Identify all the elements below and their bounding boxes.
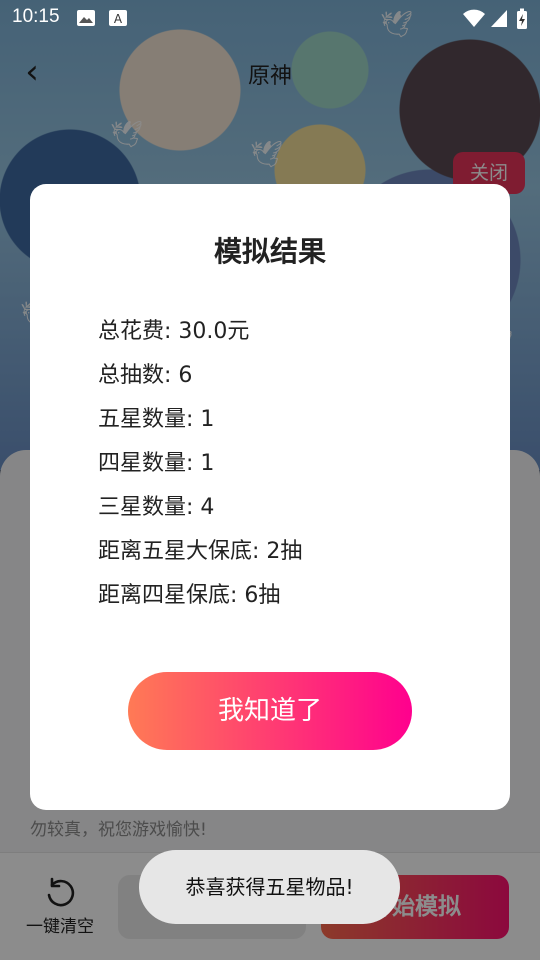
svg-text:A: A <box>114 12 123 26</box>
total-pulls-text: 总抽数: 6 <box>98 363 193 388</box>
battery-charging-icon <box>517 8 527 29</box>
four-star-count-text: 四星数量: 1 <box>98 451 215 476</box>
gallery-notification-icon <box>77 10 95 26</box>
four-star-pity-text: 距离四星保底: 6抽 <box>98 583 281 608</box>
toast-message: 恭喜获得五星物品! <box>139 850 400 924</box>
dialog-title: 模拟结果 <box>213 235 326 268</box>
status-time: 10:15 <box>12 6 60 27</box>
result-list: 总花费: 30.0元 总抽数: 6 五星数量: 1 四星数量: 1 三星数量: … <box>98 316 302 624</box>
result-dialog: 模拟结果 总花费: 30.0元 总抽数: 6 五星数量: 1 四星数量: 1 三… <box>30 184 510 810</box>
five-star-pity-text: 距离五星大保底: 2抽 <box>98 539 303 564</box>
status-bar: 10:15 A <box>0 0 540 36</box>
total-cost-text: 总花费: 30.0元 <box>98 319 250 344</box>
wifi-icon <box>463 9 485 27</box>
three-star-count-text: 三星数量: 4 <box>98 495 215 520</box>
keyboard-notification-icon: A <box>109 10 127 26</box>
acknowledge-button[interactable]: 我知道了 <box>128 672 412 750</box>
signal-icon <box>491 10 507 27</box>
five-star-count-text: 五星数量: 1 <box>98 407 215 432</box>
